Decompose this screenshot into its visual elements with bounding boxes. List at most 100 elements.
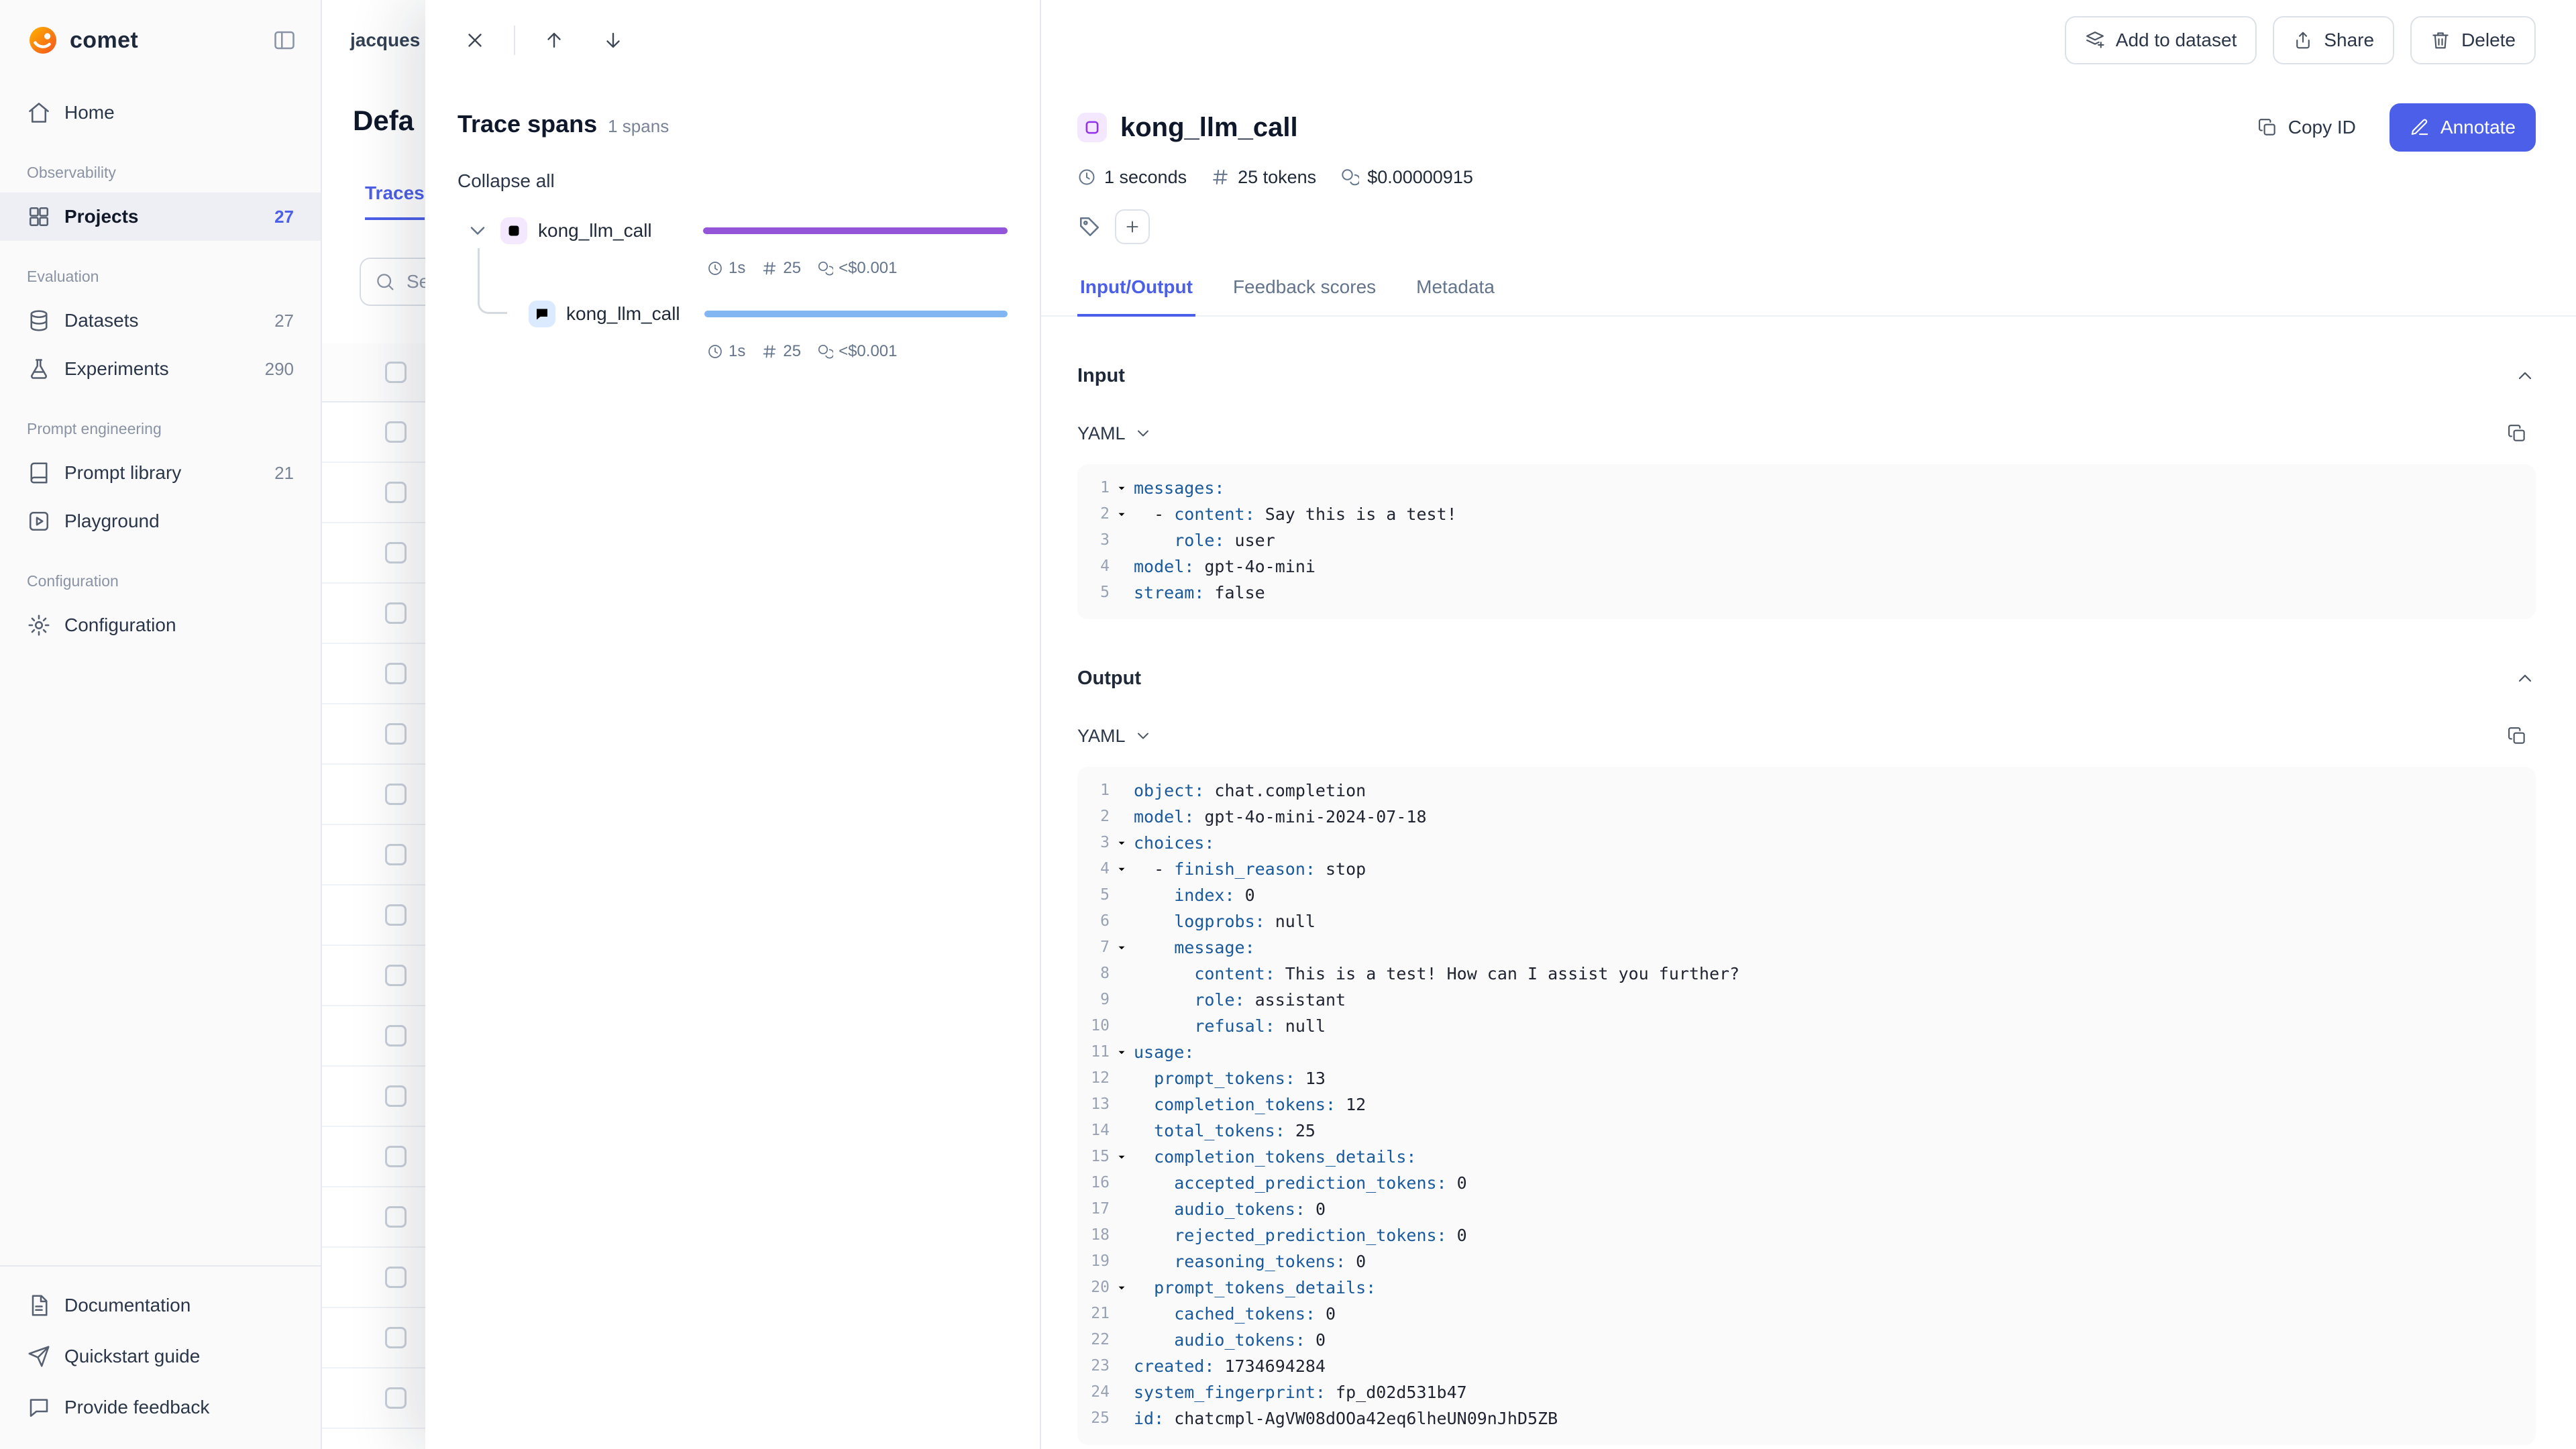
sidebar-item-label: Datasets	[64, 310, 139, 331]
sidebar-item-experiments[interactable]: Experiments 290	[0, 345, 321, 393]
span-stat-coins: <$0.001	[817, 342, 897, 361]
code-collapse-icon[interactable]	[1110, 501, 1134, 527]
meta-value: 1 seconds	[1104, 166, 1187, 187]
sidebar-item-configuration[interactable]: Configuration	[0, 601, 321, 649]
arrow-down-icon	[602, 29, 625, 52]
row-checkbox[interactable]	[385, 542, 407, 564]
collapse-output-icon[interactable]	[2514, 667, 2536, 689]
line-number: 3	[1100, 531, 1110, 549]
row-checkbox[interactable]	[385, 1025, 407, 1046]
row-checkbox[interactable]	[385, 965, 407, 986]
code-collapse-icon[interactable]	[1110, 856, 1134, 882]
sidebar-item-projects[interactable]: Projects 27	[0, 193, 321, 241]
sidebar-item-home[interactable]: Home	[0, 89, 321, 137]
code-text: reasoning_tokens: 0	[1174, 1252, 1366, 1271]
row-checkbox[interactable]	[385, 421, 407, 443]
next-trace-button[interactable]	[593, 20, 633, 60]
span-stat-coins: <$0.001	[817, 259, 897, 278]
input-format-select[interactable]: YAML	[1077, 423, 1152, 444]
code-collapse-spacer	[1110, 527, 1134, 553]
tab-feedback-scores[interactable]: Feedback scores	[1230, 266, 1379, 317]
collapse-all-button[interactable]: Collapse all	[458, 170, 555, 192]
add-to-dataset-button[interactable]: Add to dataset	[2064, 16, 2257, 64]
code-collapse-spacer	[1110, 553, 1134, 580]
hash-icon	[761, 343, 777, 360]
row-checkbox[interactable]	[385, 904, 407, 926]
output-code-block: 1 object: chat.completion 2 model: gpt-4o-m…	[1077, 767, 2536, 1445]
prompt-library-icon	[27, 461, 51, 485]
chevron-down-icon[interactable]	[466, 219, 490, 243]
code-collapse-icon[interactable]	[1110, 1144, 1134, 1170]
code-collapse-spacer	[1110, 777, 1134, 804]
row-checkbox[interactable]	[385, 723, 407, 745]
annotate-button[interactable]: Annotate	[2389, 103, 2536, 152]
add-tag-button[interactable]	[1115, 209, 1150, 244]
sidebar-nav: Home Observability Projects 27 Evaluation Dat…	[0, 80, 321, 1265]
output-format-select[interactable]: YAML	[1077, 726, 1152, 747]
row-checkbox[interactable]	[385, 1387, 407, 1409]
meta-clock: 1 seconds	[1077, 167, 1187, 188]
code-line: 1 messages:	[1080, 475, 2522, 501]
span-stat-hash: 25	[761, 259, 801, 278]
sidebar-item-prompt-library[interactable]: Prompt library 21	[0, 449, 321, 497]
row-checkbox[interactable]	[385, 1267, 407, 1288]
delete-button[interactable]: Delete	[2410, 16, 2536, 64]
share-button[interactable]: Share	[2273, 16, 2395, 64]
row-checkbox[interactable]	[385, 602, 407, 624]
sidebar-collapse-icon[interactable]	[272, 28, 297, 52]
span-stats: 1s 25 <$0.001	[707, 339, 1008, 364]
row-checkbox[interactable]	[385, 482, 407, 503]
app-root: comet Home Observability Projects 27 Evaluat…	[0, 0, 2576, 1449]
tab-traces[interactable]: Traces	[365, 182, 425, 220]
code-line: 1 object: chat.completion	[1080, 777, 2522, 804]
code-text: total_tokens: 25	[1154, 1121, 1316, 1140]
datasets-icon	[27, 309, 51, 333]
code-line: 5 index: 0	[1080, 882, 2522, 908]
hash-icon	[761, 260, 777, 276]
trace-span-row[interactable]: kong_llm_call	[458, 213, 1008, 248]
row-checkbox[interactable]	[385, 1085, 407, 1107]
tab-input-output[interactable]: Input/Output	[1077, 266, 1195, 317]
code-text: completion_tokens: 12	[1154, 1095, 1366, 1114]
sidebar-item-playground[interactable]: Playground	[0, 497, 321, 545]
sidebar-item-quickstart-guide[interactable]: Quickstart guide	[0, 1331, 321, 1382]
copy-input-button[interactable]	[2498, 415, 2536, 452]
sidebar-item-datasets[interactable]: Datasets 27	[0, 297, 321, 345]
llm-span-icon	[1077, 113, 1107, 142]
select-all-checkbox[interactable]	[385, 362, 407, 383]
code-text: cached_tokens: 0	[1174, 1304, 1336, 1324]
row-checkbox[interactable]	[385, 844, 407, 865]
sidebar-item-provide-feedback[interactable]: Provide feedback	[0, 1382, 321, 1433]
copy-id-label: Copy ID	[2288, 117, 2356, 138]
stat-value: 1s	[729, 259, 746, 277]
line-number: 22	[1091, 1331, 1110, 1348]
code-text: audio_tokens: 0	[1174, 1199, 1326, 1219]
tab-metadata[interactable]: Metadata	[1413, 266, 1497, 317]
close-button[interactable]	[455, 20, 495, 60]
code-collapse-icon[interactable]	[1110, 1039, 1134, 1065]
code-collapse-icon[interactable]	[1110, 934, 1134, 961]
row-checkbox[interactable]	[385, 1327, 407, 1348]
copy-output-button[interactable]	[2498, 717, 2536, 755]
copy-id-button[interactable]: Copy ID	[2237, 103, 2376, 152]
row-checkbox[interactable]	[385, 784, 407, 805]
trace-span-row[interactable]: kong_llm_call	[458, 297, 1008, 331]
detail-toolbar: Add to dataset Share Delete	[1041, 0, 2576, 80]
row-checkbox[interactable]	[385, 1146, 407, 1167]
sidebar-item-documentation[interactable]: Documentation	[0, 1280, 321, 1331]
code-collapse-spacer	[1110, 1196, 1134, 1222]
row-checkbox[interactable]	[385, 663, 407, 684]
prev-trace-button[interactable]	[534, 20, 574, 60]
meta-hash: 25 tokens	[1211, 167, 1316, 188]
code-collapse-icon[interactable]	[1110, 1275, 1134, 1301]
collapse-input-icon[interactable]	[2514, 365, 2536, 386]
code-collapse-icon[interactable]	[1110, 475, 1134, 501]
row-checkbox[interactable]	[385, 1206, 407, 1228]
sidebar-item-label: Provide feedback	[64, 1397, 210, 1417]
trace-spans-title: Trace spans	[458, 110, 598, 138]
code-collapse-icon[interactable]	[1110, 830, 1134, 856]
code-line: 10 refusal: null	[1080, 1013, 2522, 1039]
code-text: choices:	[1134, 833, 1215, 853]
code-line: 6 logprobs: null	[1080, 908, 2522, 934]
comet-logo[interactable]: comet	[27, 24, 138, 56]
